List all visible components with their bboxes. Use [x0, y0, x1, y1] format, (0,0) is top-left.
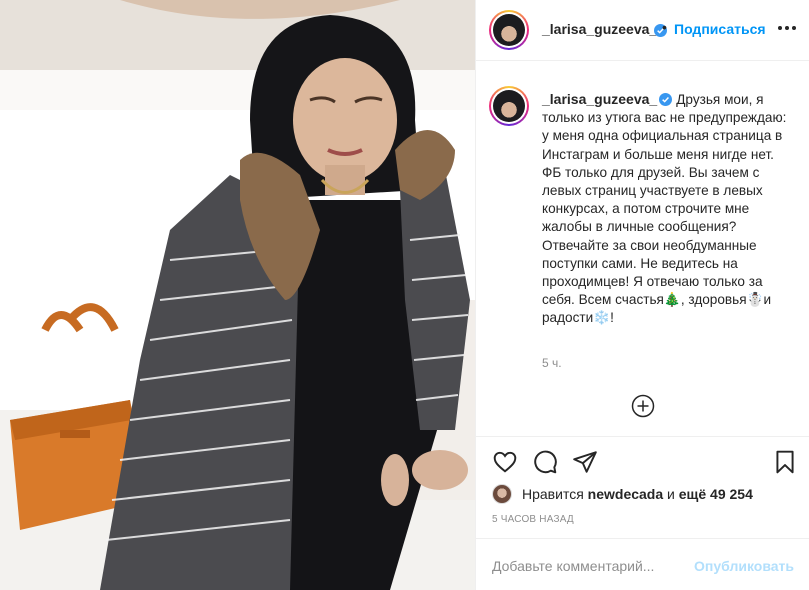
author-avatar[interactable]: [489, 10, 529, 50]
post-side-panel: _larisa_guzeeva_ • Подписаться _larisa_g…: [475, 0, 809, 590]
caption-text-block: _larisa_guzeeva_ Друзья мои, я только из …: [542, 90, 792, 328]
paper-plane-icon[interactable]: [572, 449, 598, 475]
bookmark-icon[interactable]: [772, 449, 798, 475]
post-caption: _larisa_guzeeva_ Друзья мои, я только из …: [476, 74, 809, 374]
action-bar: [476, 436, 809, 486]
follow-button[interactable]: Подписаться: [674, 21, 766, 37]
header-separator: •: [662, 19, 667, 35]
comment-icon[interactable]: [532, 449, 558, 475]
likes-text: Нравится newdecada и ещё 49 254: [522, 486, 753, 502]
caption-author-avatar[interactable]: [489, 86, 529, 126]
likes-joiner: и: [667, 486, 675, 502]
more-options-icon[interactable]: [778, 26, 796, 32]
caption-timestamp[interactable]: 5 ч.: [542, 356, 562, 370]
post-photo[interactable]: [0, 0, 475, 590]
post-comment-button[interactable]: Опубликовать: [694, 558, 794, 574]
post-timestamp[interactable]: 5 ЧАСОВ НАЗАД: [492, 514, 574, 525]
caption-body: Друзья мои, я только из утюга вас не пре…: [542, 92, 787, 326]
heart-icon[interactable]: [492, 449, 518, 475]
plus-circle-icon[interactable]: [631, 394, 655, 418]
comment-input[interactable]: Добавьте комментарий...: [492, 558, 654, 574]
liker-avatar[interactable]: [492, 484, 512, 504]
author-username[interactable]: _larisa_guzeeva_: [542, 21, 657, 37]
post-photo-image: [0, 0, 475, 590]
post-header: _larisa_guzeeva_ • Подписаться: [476, 0, 809, 61]
likes-count[interactable]: ещё 49 254: [679, 486, 753, 502]
verified-badge-icon: [659, 93, 673, 106]
comment-box: Добавьте комментарий... Опубликовать: [476, 538, 809, 590]
caption-username[interactable]: _larisa_guzeeva_: [542, 91, 657, 107]
likes-user[interactable]: newdecada: [588, 486, 663, 502]
likes-prefix: Нравится: [522, 486, 584, 502]
